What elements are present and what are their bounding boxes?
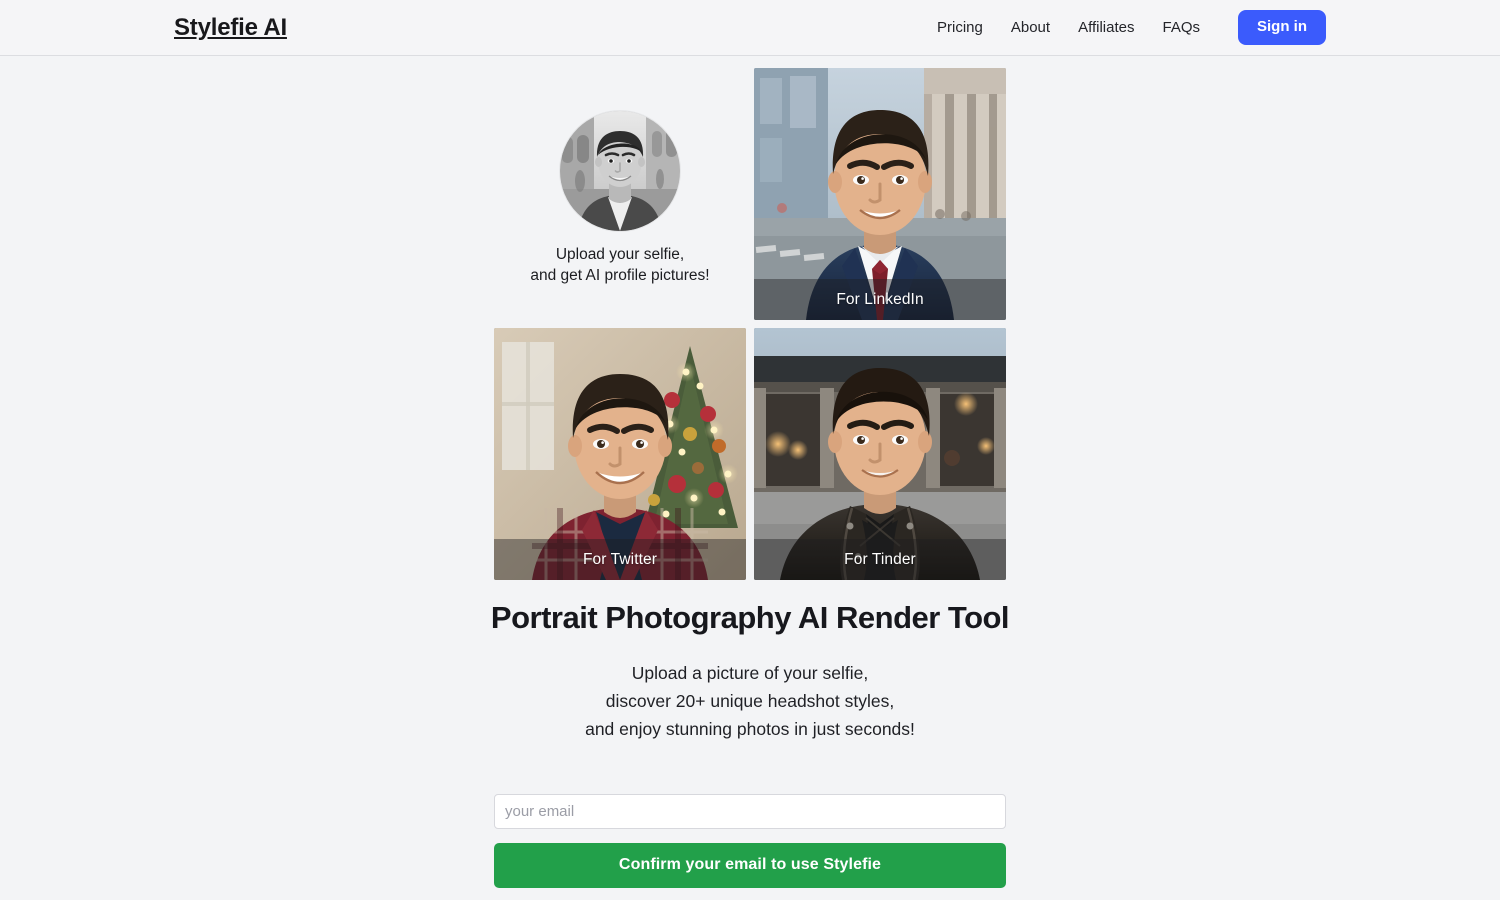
page-content: Upload your selfie, and get AI profile p… xyxy=(0,56,1500,888)
confirm-email-button[interactable]: Confirm your email to use Stylefie xyxy=(494,842,1006,888)
upload-caption: Upload your selfie, and get AI profile p… xyxy=(530,246,710,284)
brand-logo[interactable]: Stylefie AI xyxy=(174,15,287,40)
main-nav: Pricing About Affiliates FAQs Sign in xyxy=(923,10,1326,45)
sign-in-button[interactable]: Sign in xyxy=(1238,10,1326,45)
upload-prompt[interactable]: Upload your selfie, and get AI profile p… xyxy=(494,68,746,320)
style-card-label: For Tinder xyxy=(754,539,1006,580)
page-title: Portrait Photography AI Render Tool xyxy=(490,600,1010,635)
nav-link-affiliates[interactable]: Affiliates xyxy=(1064,14,1148,41)
page-subtitle: Upload a picture of your selfie, discove… xyxy=(585,662,915,739)
style-card-linkedin[interactable]: For LinkedIn xyxy=(754,68,1006,320)
nav-link-faqs[interactable]: FAQs xyxy=(1148,14,1214,41)
style-card-label: For Twitter xyxy=(494,539,746,580)
selfie-avatar xyxy=(560,111,680,231)
style-card-label: For LinkedIn xyxy=(754,279,1006,320)
hero-gallery: Upload your selfie, and get AI profile p… xyxy=(494,68,1006,580)
email-input[interactable] xyxy=(494,793,1006,829)
signup-form: Confirm your email to use Stylefie xyxy=(494,793,1006,888)
style-card-tinder[interactable]: For Tinder xyxy=(754,328,1006,580)
nav-link-pricing[interactable]: Pricing xyxy=(923,14,997,41)
site-header: Stylefie AI Pricing About Affiliates FAQ… xyxy=(0,0,1500,56)
nav-link-about[interactable]: About xyxy=(997,14,1064,41)
style-card-twitter[interactable]: For Twitter xyxy=(494,328,746,580)
